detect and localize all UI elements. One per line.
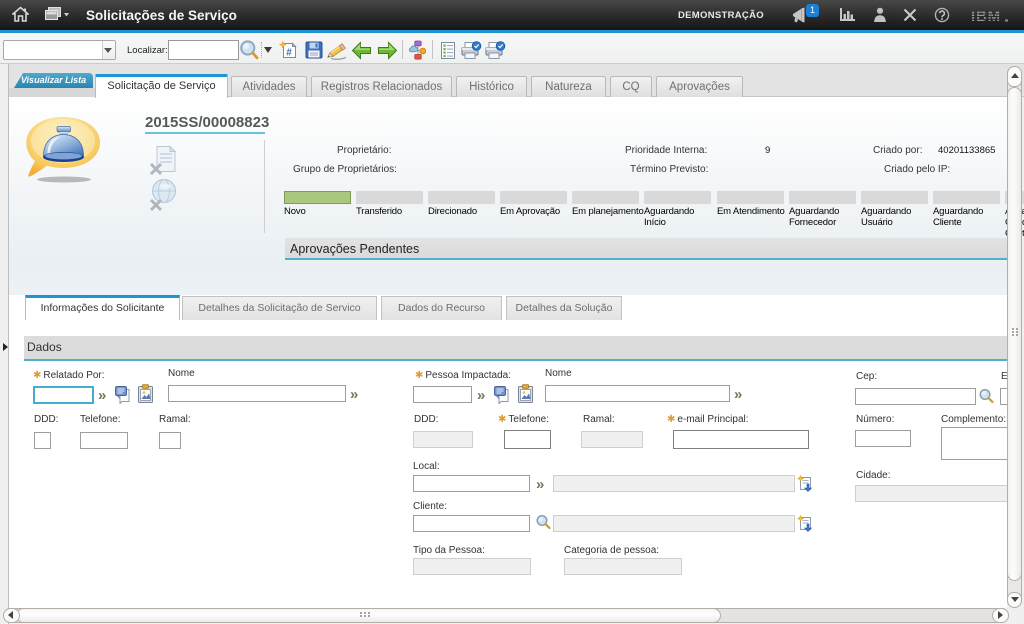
svg-text:#: # [286,48,292,59]
svg-text:IBM: IBM [971,9,1001,22]
